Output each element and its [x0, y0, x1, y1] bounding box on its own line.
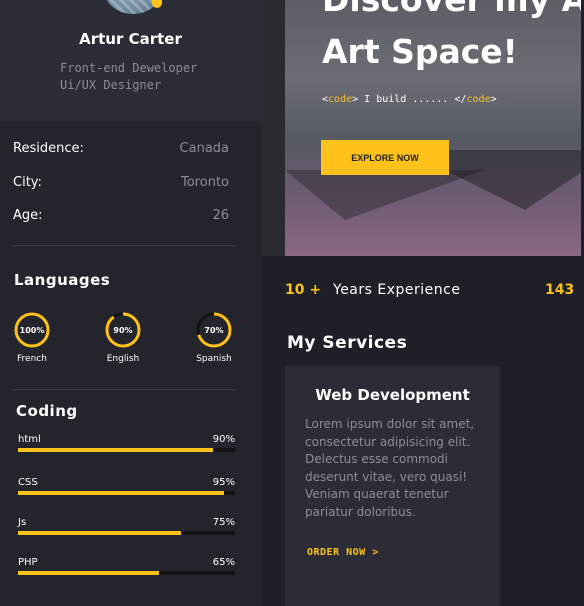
profile-name: Artur Carter — [79, 30, 182, 48]
skill-css: CSS 95% — [18, 477, 235, 503]
skill-fill — [18, 571, 160, 575]
info-row-age: Age: 26 — [13, 208, 229, 226]
info-label: Residence: — [13, 141, 84, 156]
order-now-link[interactable]: ORDER NOW > — [307, 547, 379, 558]
language-english: 90% English — [93, 311, 153, 364]
skill-fill — [18, 491, 225, 495]
services-title: My Services — [287, 333, 408, 353]
years-number: 10 + — [285, 282, 322, 298]
coding-title: Coding — [16, 402, 78, 420]
skill-name: html — [18, 434, 41, 445]
profile-card: Artur Carter Front-end Deweloper Ui/UX D… — [0, 0, 261, 121]
divider — [13, 245, 235, 246]
info-row-city: City: Toronto — [13, 175, 229, 193]
hero-code-line: <code> I build ...... </code> — [322, 94, 497, 105]
skill-percent: 95% — [212, 477, 235, 488]
skill-percent: 90% — [212, 434, 235, 445]
hero-title-top: Discover my A — [322, 0, 584, 19]
progress-ring: 70% — [196, 312, 232, 348]
code-tag: code — [328, 94, 353, 105]
skill-track — [18, 531, 235, 535]
profile-role: Front-end Deweloper Ui/UX Designer — [60, 60, 197, 94]
language-percent: 70% — [204, 326, 223, 335]
skill-track — [18, 448, 235, 452]
language-french: 100% French — [2, 311, 62, 364]
progress-ring: 90% — [105, 312, 141, 348]
skill-name: Js — [18, 517, 27, 528]
info-label: City: — [13, 175, 42, 190]
language-name: French — [17, 354, 47, 364]
language-percent: 100% — [20, 326, 45, 335]
info-label: Age: — [13, 208, 43, 223]
language-name: English — [106, 354, 140, 364]
skill-fill — [18, 448, 214, 452]
page: Artur Carter Front-end Deweloper Ui/UX D… — [0, 0, 584, 606]
skill-html: html 90% — [18, 434, 235, 460]
skill-name: PHP — [18, 557, 38, 568]
language-spanish: 70% Spanish — [184, 311, 244, 364]
skill-js: Js 75% — [18, 517, 235, 543]
languages-title: Languages — [14, 271, 111, 289]
mountain-shape — [285, 170, 485, 220]
service-description: Lorem ipsum dolor sit amet, consectetur … — [305, 417, 475, 519]
sidebar: Artur Carter Front-end Deweloper Ui/UX D… — [0, 0, 261, 606]
info-row-residence: Residence: Canada — [13, 141, 229, 159]
code-tag: code — [466, 94, 491, 105]
info-value: 26 — [212, 208, 229, 223]
skill-name: CSS — [18, 477, 38, 488]
profile-role-line1: Front-end Deweloper — [60, 61, 198, 75]
skill-track — [18, 571, 235, 575]
service-title: Web Development — [315, 386, 470, 404]
stat-number: 143 — [545, 282, 575, 298]
info-value: Toronto — [181, 175, 229, 190]
service-card: Web Development Lorem ipsum dolor sit am… — [285, 366, 500, 606]
hero-title: Art Space! — [322, 32, 518, 71]
code-bracket: > — [490, 94, 497, 105]
language-name: Spanish — [196, 354, 232, 364]
language-percent: 90% — [113, 326, 132, 335]
explore-now-button[interactable]: EXPLORE NOW — [321, 140, 449, 175]
skill-track — [18, 491, 235, 495]
skill-percent: 65% — [212, 557, 235, 568]
profile-role-line2: Ui/UX Designer — [60, 78, 162, 92]
skill-percent: 75% — [212, 517, 235, 528]
skill-fill — [18, 531, 181, 535]
divider — [13, 389, 235, 390]
skill-php: PHP 65% — [18, 557, 235, 583]
progress-ring: 100% — [14, 312, 50, 348]
info-value: Canada — [179, 141, 229, 156]
hero-shadow — [261, 0, 285, 256]
code-text: > I build ...... </ — [352, 94, 467, 105]
years-label: Years Experience — [333, 282, 461, 298]
